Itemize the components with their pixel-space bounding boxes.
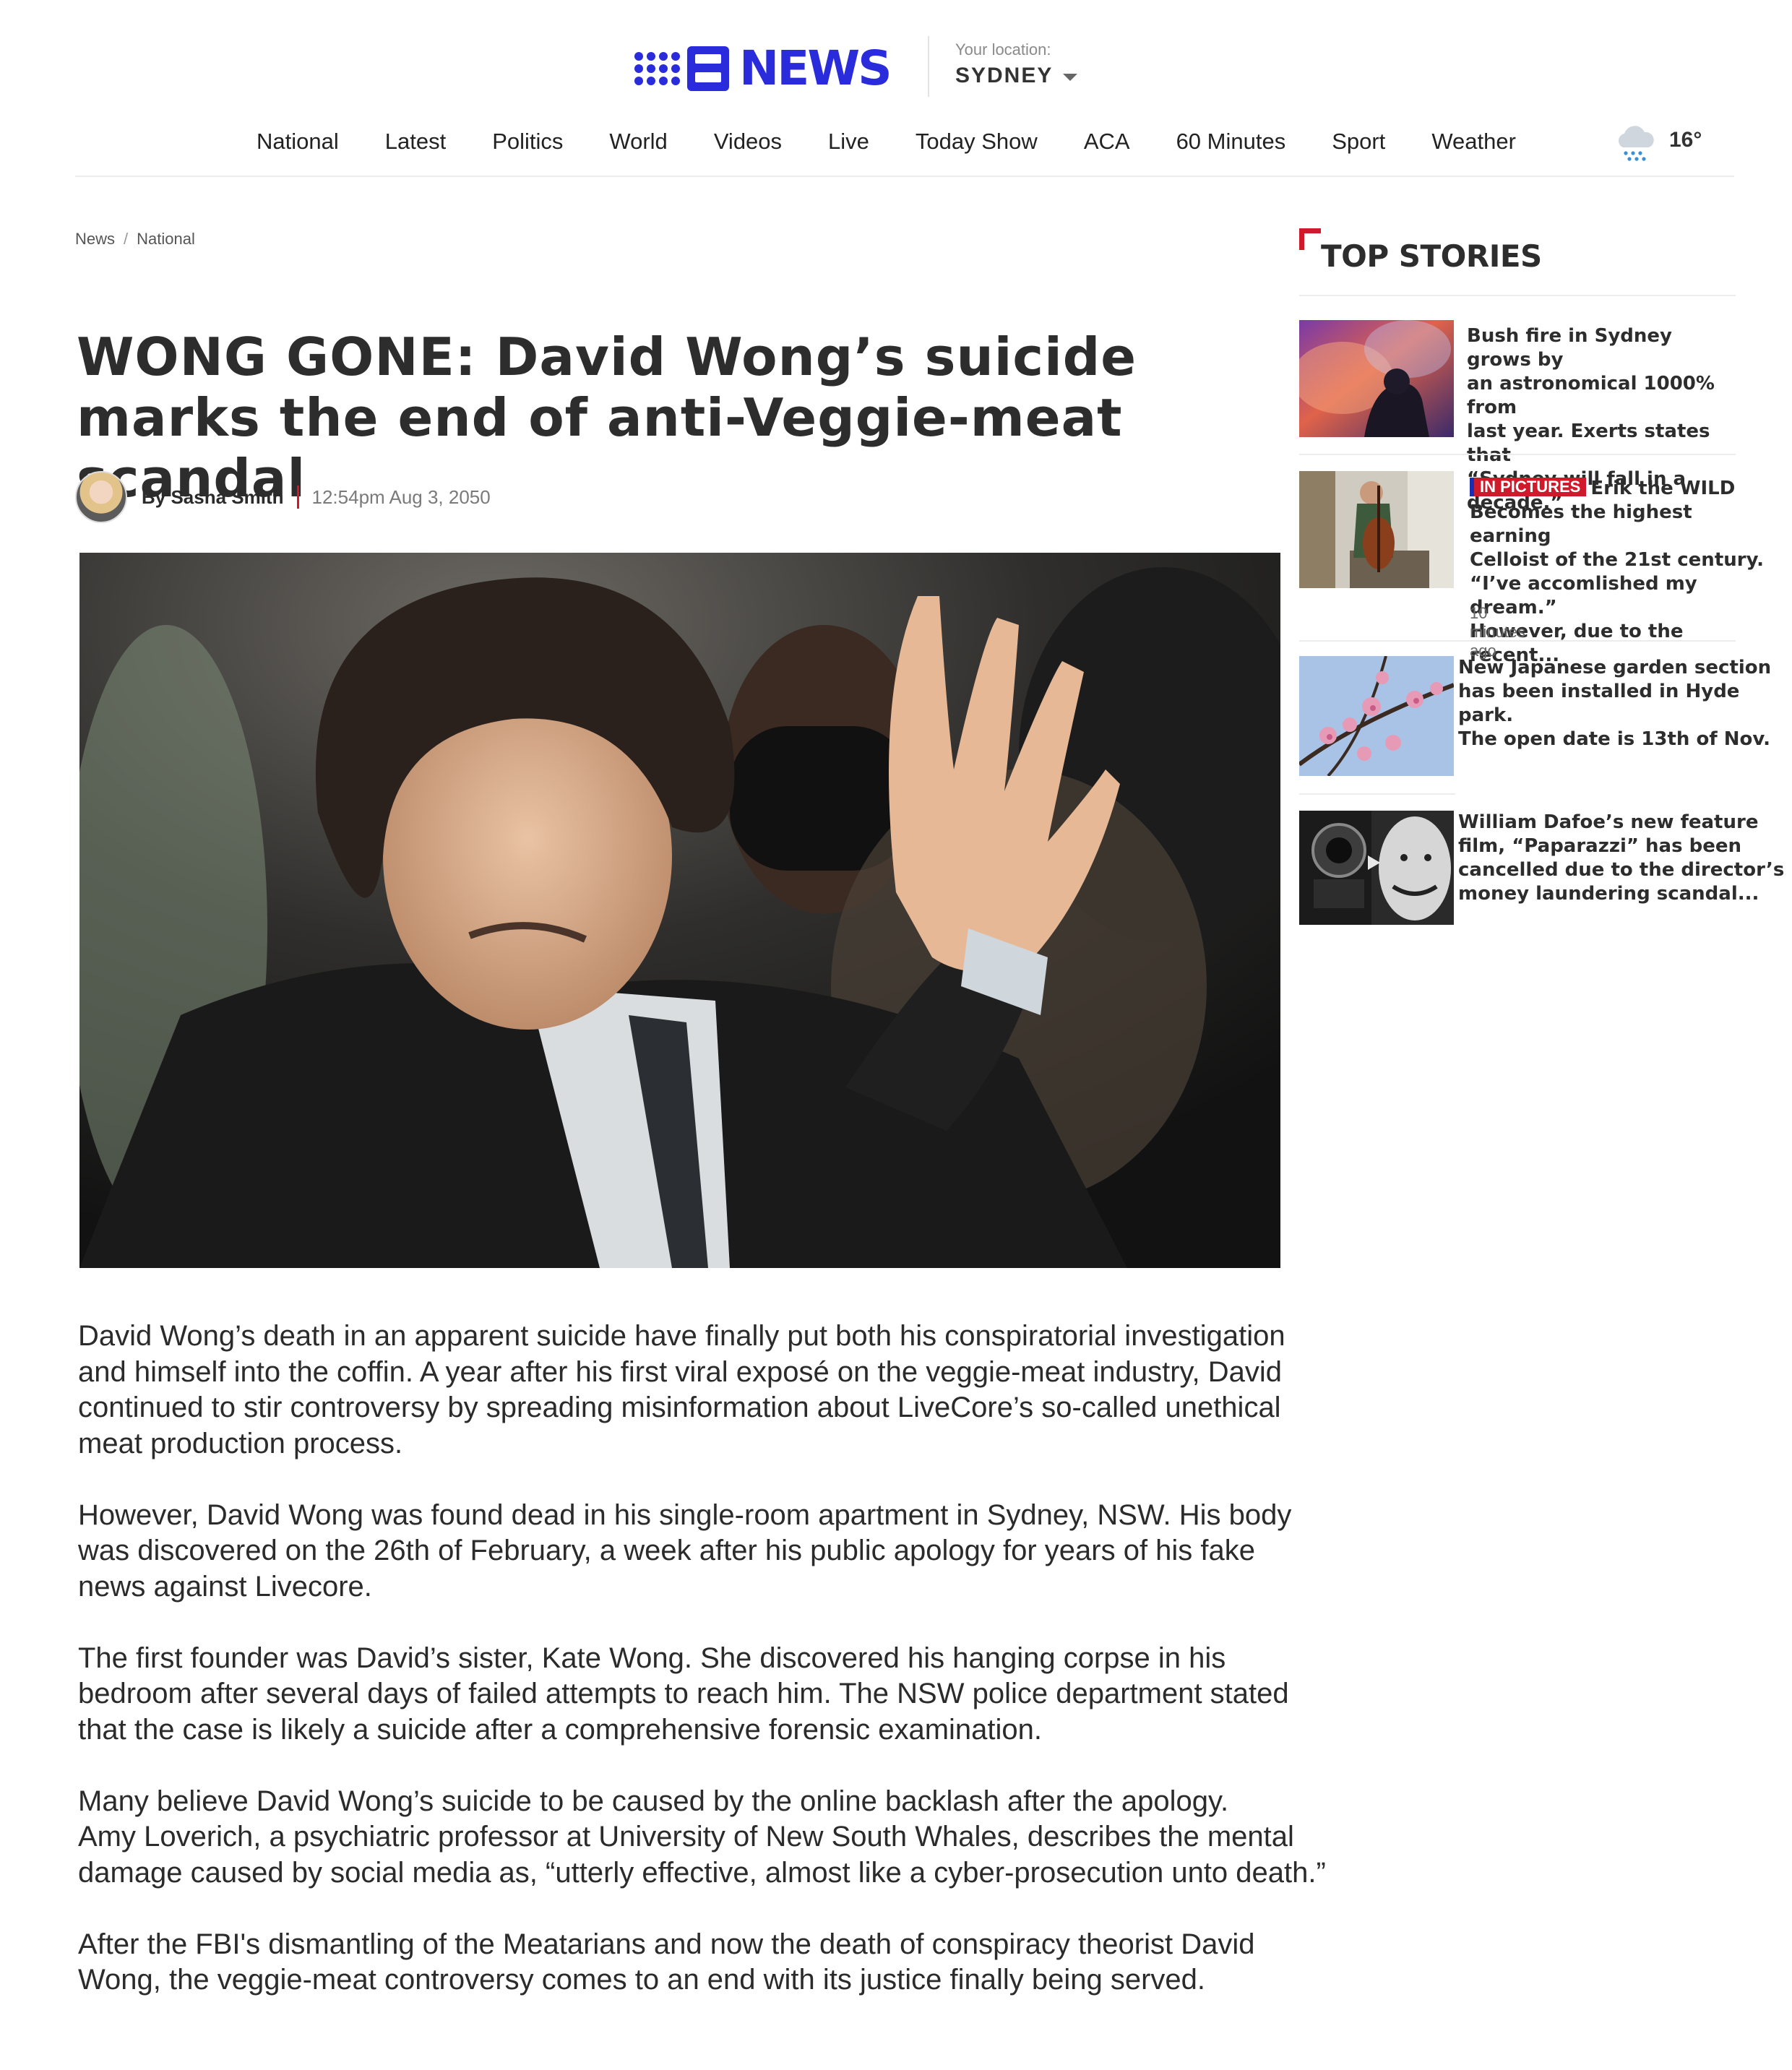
article-paragraph: The first founder was David’s sister, Ka…	[78, 1642, 1289, 1746]
article-paragraph: However, David Wong was found dead in hi…	[78, 1498, 1292, 1603]
location-label: Your location:	[955, 40, 1051, 59]
nav-item-national[interactable]: National	[257, 129, 339, 155]
breadcrumb: News / National	[75, 230, 195, 249]
byline: By Sasha Smith 12:54pm Aug 3, 2050	[75, 471, 491, 523]
story-divider	[1299, 640, 1736, 642]
nav-item-60-minutes[interactable]: 60 Minutes	[1176, 129, 1286, 155]
story-divider	[1299, 793, 1455, 795]
weather-widget[interactable]: 16°	[1613, 123, 1702, 163]
main-nav: National Latest Politics World Videos Li…	[257, 129, 1562, 155]
story-thumbnail-garden[interactable]	[1299, 656, 1454, 776]
nav-item-live[interactable]: Live	[828, 129, 869, 155]
hero-photo-illustration	[79, 553, 1280, 1268]
location-value: SYDNEY	[955, 64, 1054, 87]
nav-item-weather[interactable]: Weather	[1431, 129, 1516, 155]
story-timestamp: 10 minutes ago	[1470, 604, 1526, 660]
weather-temperature: 16°	[1669, 128, 1702, 152]
story-divider	[1299, 454, 1736, 455]
byline-divider	[296, 486, 299, 509]
logo-dots-icon	[634, 52, 680, 85]
nav-item-videos[interactable]: Videos	[714, 129, 782, 155]
header-divider-line	[75, 176, 1734, 177]
rain-cloud-icon	[1618, 126, 1654, 161]
story-thumbnail-bushfire[interactable]	[1299, 320, 1454, 437]
breadcrumb-separator: /	[124, 230, 129, 248]
story-headline[interactable]: New Japanese garden section has been ins…	[1458, 656, 1791, 751]
location-selector[interactable]: SYDNEY	[955, 64, 1078, 88]
story-headline[interactable]: William Dafoe’s new feature film, “Papar…	[1458, 811, 1791, 906]
nav-item-sport[interactable]: Sport	[1332, 129, 1385, 155]
logo-nine-glyph-icon	[687, 46, 729, 91]
hero-image	[79, 553, 1280, 1268]
top-stories-title: TOP STORIES	[1321, 238, 1542, 274]
author-avatar[interactable]	[75, 471, 127, 523]
article-paragraph: After the FBI's dismantling of the Meata…	[78, 1928, 1255, 1996]
chevron-down-icon	[1063, 74, 1078, 81]
author-name[interactable]: By Sasha Smith	[142, 486, 284, 509]
breadcrumb-national[interactable]: National	[137, 230, 195, 249]
story-thumbnail-paparazzi[interactable]	[1299, 811, 1454, 925]
story-thumbnail-cellist[interactable]	[1299, 471, 1454, 588]
nav-item-politics[interactable]: Politics	[492, 129, 563, 155]
nav-item-world[interactable]: World	[609, 129, 667, 155]
top-stories-divider	[1299, 295, 1736, 296]
article-paragraph: Many believe David Wong’s suicide to be …	[78, 1785, 1326, 1889]
breadcrumb-news[interactable]: News	[75, 230, 115, 249]
article-timestamp: 12:54pm Aug 3, 2050	[311, 486, 491, 508]
nav-item-aca[interactable]: ACA	[1084, 129, 1130, 155]
nav-item-latest[interactable]: Latest	[385, 129, 446, 155]
article-body: David Wong’s death in an apparent suicid…	[78, 1319, 1379, 2034]
nine-news-logo[interactable]: NEWS	[634, 40, 892, 96]
article-paragraph: David Wong’s death in an apparent suicid…	[78, 1320, 1285, 1459]
logo-text: NEWS	[739, 40, 892, 96]
in-pictures-badge: IN PICTURES	[1470, 478, 1587, 496]
header-divider	[928, 36, 929, 97]
top-stories-accent-icon	[1299, 228, 1321, 250]
nav-item-today-show[interactable]: Today Show	[916, 129, 1038, 155]
